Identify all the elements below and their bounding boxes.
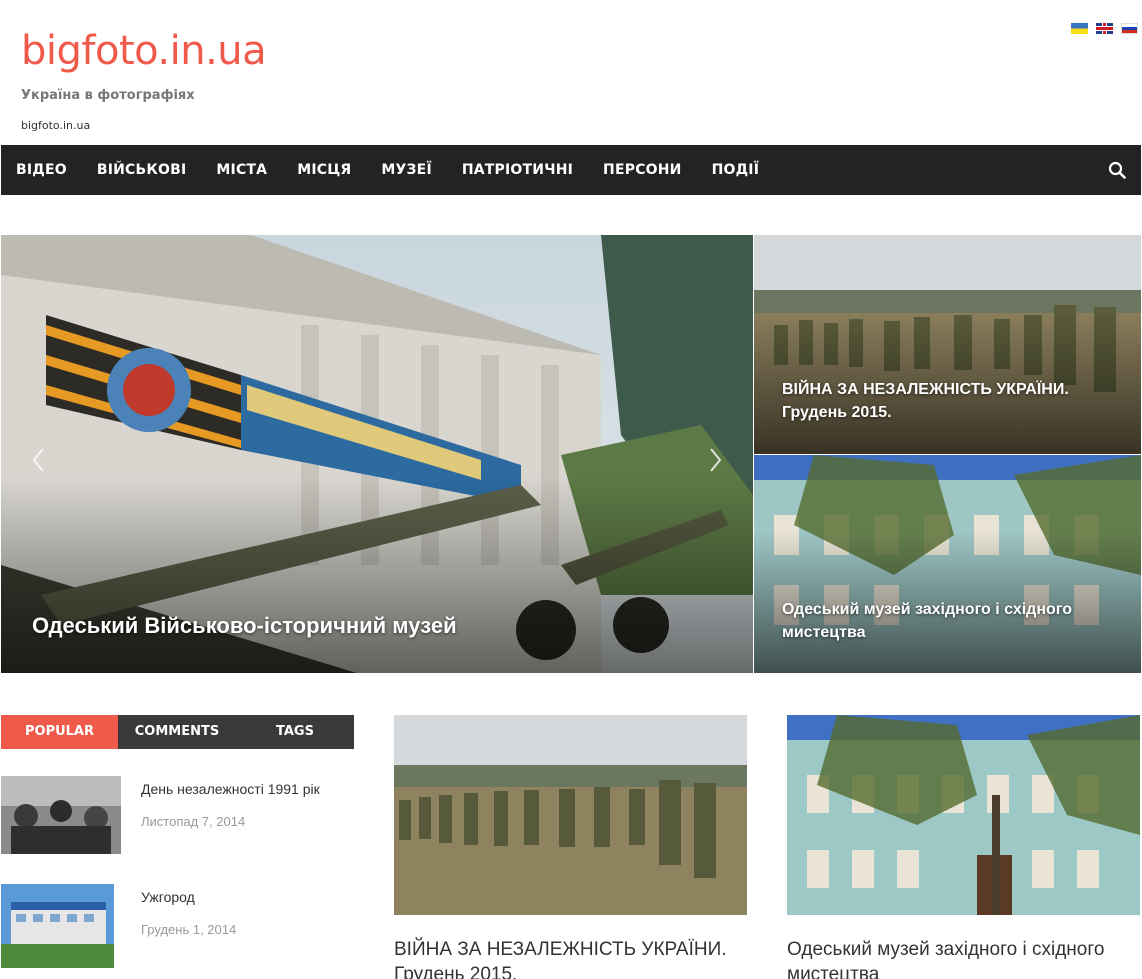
slider-prev-icon[interactable] <box>29 445 49 475</box>
tab-tags[interactable]: TAGS <box>236 715 354 749</box>
hero-main-caption[interactable]: Одеський Військово-історичний музей <box>32 613 457 639</box>
hero-side-card[interactable]: Одеський музей західного і східного мист… <box>754 455 1141 673</box>
post-card: ВІЙНА ЗА НЕЗАЛЕЖНІСТЬ УКРАЇНИ. Грудень 2… <box>394 715 747 979</box>
nav-item-events[interactable]: ПОДІЇ <box>712 162 760 178</box>
sidebar-tabs: POPULAR COMMENTS TAGS <box>1 715 354 749</box>
site-title[interactable]: bigfoto.in.ua <box>21 28 267 74</box>
list-item: День незалежності 1991 рік Листопад 7, 2… <box>1 776 320 854</box>
hero-slider[interactable]: Одеський Військово-історичний музей <box>1 235 753 673</box>
post-image[interactable] <box>787 715 1140 915</box>
nav-item-patriotic[interactable]: ПАТРІОТИЧНІ <box>462 162 573 178</box>
flag-ua-icon[interactable] <box>1071 23 1088 34</box>
nav-item-museums[interactable]: МУЗЕЇ <box>381 162 431 178</box>
site-url: bigfoto.in.ua <box>21 119 91 132</box>
post-title[interactable]: ВІЙНА ЗА НЕЗАЛЕЖНІСТЬ УКРАЇНИ. Грудень 2… <box>394 937 747 979</box>
popular-item-title[interactable]: Ужгород <box>141 889 236 905</box>
list-item: Ужгород Грудень 1, 2014 <box>1 884 236 968</box>
hero-side-caption[interactable]: ВІЙНА ЗА НЕЗАЛЕЖНІСТЬ УКРАЇНИ. Грудень 2… <box>782 378 1112 424</box>
hero-side-card[interactable]: ВІЙНА ЗА НЕЗАЛЕЖНІСТЬ УКРАЇНИ. Грудень 2… <box>754 235 1141 454</box>
hero-main-image <box>1 235 753 673</box>
tab-comments[interactable]: COMMENTS <box>118 715 236 749</box>
nav-item-video[interactable]: ВІДЕО <box>16 162 67 178</box>
main-nav: ВІДЕО ВІЙСЬКОВІ МІСТА МІСЦЯ МУЗЕЇ ПАТРІО… <box>1 145 1141 195</box>
flag-gb-icon[interactable] <box>1096 23 1113 34</box>
site-tagline: Україна в фотографіях <box>21 88 195 103</box>
post-title[interactable]: Одеський музей західного і східного мист… <box>787 937 1140 979</box>
search-icon[interactable] <box>1108 161 1126 179</box>
nav-item-persons[interactable]: ПЕРСОНИ <box>603 162 682 178</box>
nav-item-cities[interactable]: МІСТА <box>216 162 267 178</box>
popular-item-date: Грудень 1, 2014 <box>141 922 237 937</box>
hero-side-caption[interactable]: Одеський музей західного і східного мист… <box>782 598 1112 644</box>
post-card: Одеський музей західного і східного мист… <box>787 715 1140 979</box>
language-switcher <box>1071 23 1138 34</box>
popular-thumbnail[interactable] <box>1 884 114 968</box>
nav-item-places[interactable]: МІСЦЯ <box>297 162 351 178</box>
popular-item-date: Листопад 7, 2014 <box>141 814 246 829</box>
popular-item-title[interactable]: День незалежності 1991 рік <box>141 781 320 797</box>
post-image[interactable] <box>394 715 747 915</box>
flag-ru-icon[interactable] <box>1121 23 1138 34</box>
nav-item-military[interactable]: ВІЙСЬКОВІ <box>97 162 187 178</box>
tab-popular[interactable]: POPULAR <box>1 715 118 749</box>
popular-thumbnail[interactable] <box>1 776 121 854</box>
slider-next-icon[interactable] <box>705 445 725 475</box>
